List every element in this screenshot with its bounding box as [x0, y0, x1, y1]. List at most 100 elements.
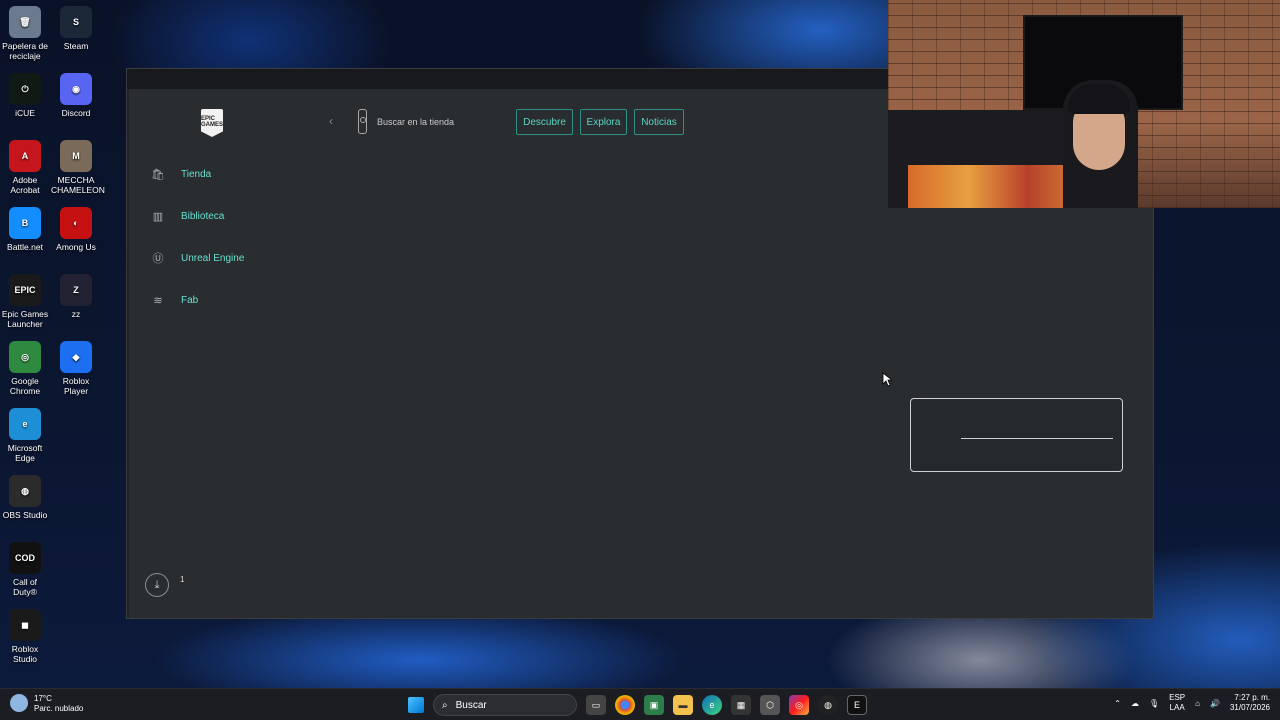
app-icon: ◆: [60, 341, 92, 373]
store-search[interactable]: Buscar en la tienda: [358, 109, 454, 134]
desktop-icon[interactable]: EPIC Epic Games Launcher: [0, 274, 50, 329]
desktop-icon[interactable]: ◐ Among Us: [51, 207, 101, 252]
weather-desc: Parc. nublado: [34, 704, 84, 713]
language-indicator[interactable]: ESP LAA: [1169, 693, 1185, 713]
desktop-icon-label: Call of Duty®: [12, 577, 38, 597]
empty-popup: [910, 398, 1123, 472]
desktop-icon-label: Microsoft Edge: [7, 443, 43, 463]
sidebar-item-label: Tienda: [181, 168, 212, 180]
desktop-icon[interactable]: ◎ Google Chrome: [0, 341, 50, 396]
app-icon: ◉: [60, 73, 92, 105]
app-icon: EPIC: [9, 274, 41, 306]
volume-icon[interactable]: 🔊: [1210, 699, 1220, 708]
photos-icon[interactable]: ▣: [644, 695, 664, 715]
sidebar-item-unreal-engine[interactable]: Ⓤ Unreal Engine: [151, 251, 245, 266]
edge-icon[interactable]: e: [702, 695, 722, 715]
clock-date: 31/07/2026: [1229, 703, 1270, 712]
chrome-icon[interactable]: [615, 695, 635, 715]
sidebar-item-label: Biblioteca: [181, 210, 225, 222]
app-icon: M: [60, 140, 92, 172]
unreal-icon: Ⓤ: [152, 253, 164, 265]
epic-games-logo[interactable]: EPIC GAMES: [201, 109, 223, 137]
app-icon: ⏻: [9, 73, 41, 105]
desktop-icon-label: Discord: [61, 108, 91, 118]
app-icon: B: [9, 207, 41, 239]
clock-time: 7:27 p. m.: [1234, 693, 1270, 702]
sidebar-item-fab[interactable]: ≋ Fab: [151, 293, 198, 307]
app-icon: ◎: [9, 341, 41, 373]
desktop-icon-label: MECCHA CHAMELEON: [51, 175, 105, 195]
desktop-icon-label: Battle.net: [7, 242, 43, 252]
desktop-icon[interactable]: ◍ OBS Studio: [0, 475, 50, 520]
desktop-icon-label: Roblox Studio: [11, 644, 39, 664]
desktop-icon[interactable]: M MECCHA CHAMELEON: [51, 140, 105, 195]
nav-discover-button[interactable]: Descubre: [516, 109, 573, 135]
taskbar-search-label: Buscar: [455, 699, 487, 711]
task-view-icon[interactable]: ▭: [586, 695, 606, 715]
file-explorer-icon[interactable]: ▬: [673, 695, 693, 715]
webcam-overlay: [888, 0, 1280, 208]
weather-widget[interactable]: 17°C Parc. nublado: [10, 694, 83, 714]
desktop-icon-label: Adobe Acrobat: [10, 175, 40, 195]
blanket: [908, 165, 1088, 208]
sidebar-item-label: Fab: [181, 294, 199, 306]
app-icon: A: [9, 140, 41, 172]
desktop-icon[interactable]: ⏻ iCUE: [0, 73, 50, 118]
store-icon[interactable]: ▦: [731, 695, 751, 715]
desktop-icon[interactable]: Zzz: [51, 274, 101, 319]
app-icon: 🗑: [9, 6, 41, 38]
desktop-icon[interactable]: ◆ Roblox Player: [51, 341, 101, 396]
app-icon: COD: [9, 542, 41, 574]
desktop-icon-label: zz: [71, 309, 81, 319]
nav-news-button[interactable]: Noticias: [634, 109, 684, 135]
back-chevron-icon[interactable]: ‹: [329, 114, 333, 128]
search-placeholder[interactable]: Buscar en la tienda: [377, 117, 454, 127]
desktop-icon[interactable]: COD Call of Duty®: [0, 542, 50, 597]
app-icon: ◼: [9, 609, 41, 641]
nav-explore-button[interactable]: Explora: [580, 109, 627, 135]
start-icon[interactable]: [408, 697, 424, 713]
desktop-icon[interactable]: B Battle.net: [0, 207, 50, 252]
instagram-icon[interactable]: ◎: [789, 695, 809, 715]
search-icon: ⌕: [442, 699, 448, 711]
desktop-icon-label: Steam: [63, 41, 89, 51]
fab-icon: ≋: [153, 294, 163, 307]
desktop-icon-label: OBS Studio: [2, 510, 48, 520]
desktop-icon-label: Papelera de reciclaje: [2, 41, 48, 61]
network-icon[interactable]: ⌂: [1195, 699, 1200, 708]
desktop-icon[interactable]: 🗑 Papelera de reciclaje: [0, 6, 50, 61]
taskbar-apps: ⌕ Buscar ▭ ▣ ▬ e ▦ ⬡ ◎ ◍ E: [408, 689, 867, 720]
weather-temp: 17°C: [34, 694, 52, 703]
taskbar: 17°C Parc. nublado ⌕ Buscar ▭ ▣ ▬ e ▦ ⬡ …: [0, 688, 1280, 720]
desktop-icon[interactable]: ◼ Roblox Studio: [0, 609, 50, 664]
desktop-icon[interactable]: S Steam: [51, 6, 101, 51]
sidebar-item-label: Unreal Engine: [181, 252, 245, 264]
desktop-icon[interactable]: e Microsoft Edge: [0, 408, 50, 463]
downloads-icon[interactable]: ⤓: [145, 573, 169, 597]
desktop-icon[interactable]: ◉ Discord: [51, 73, 101, 118]
person-hair: [1068, 84, 1130, 114]
desktop-icon-label: Google Chrome: [9, 376, 41, 396]
sidebar-item-tienda[interactable]: 🛍 Tienda: [151, 167, 211, 181]
onedrive-icon[interactable]: ☁: [1131, 699, 1139, 708]
desktop-icon-label: Epic Games Launcher: [1, 309, 49, 329]
desktop-icon-label: Roblox Player: [62, 376, 90, 396]
chevron-up-icon[interactable]: ⌃: [1114, 699, 1121, 708]
sidebar-item-biblioteca[interactable]: ▥ Biblioteca: [151, 209, 225, 223]
system-tray: ⌃ ☁ 🎙 ESP LAA ⌂ 🔊 7:27 p. m. 31/07/2026: [1114, 693, 1270, 713]
cloud-icon: [10, 694, 28, 712]
downloads-count: 1: [180, 575, 185, 584]
mouse-cursor-icon: [882, 372, 892, 387]
desktop-icon[interactable]: A Adobe Acrobat: [0, 140, 50, 195]
app-icon[interactable]: ⬡: [760, 695, 780, 715]
search-icon: [358, 109, 367, 134]
lang-bottom: LAA: [1169, 703, 1185, 712]
clock[interactable]: 7:27 p. m. 31/07/2026: [1230, 693, 1270, 713]
logo-text: EPIC GAMES: [201, 116, 224, 128]
app-icon: S: [60, 6, 92, 38]
mic-icon[interactable]: 🎙: [1149, 699, 1159, 708]
popup-divider: [961, 438, 1113, 439]
taskbar-search[interactable]: ⌕ Buscar: [433, 694, 577, 716]
epic-taskbar-icon[interactable]: E: [847, 695, 867, 715]
obs-taskbar-icon[interactable]: ◍: [818, 695, 838, 715]
